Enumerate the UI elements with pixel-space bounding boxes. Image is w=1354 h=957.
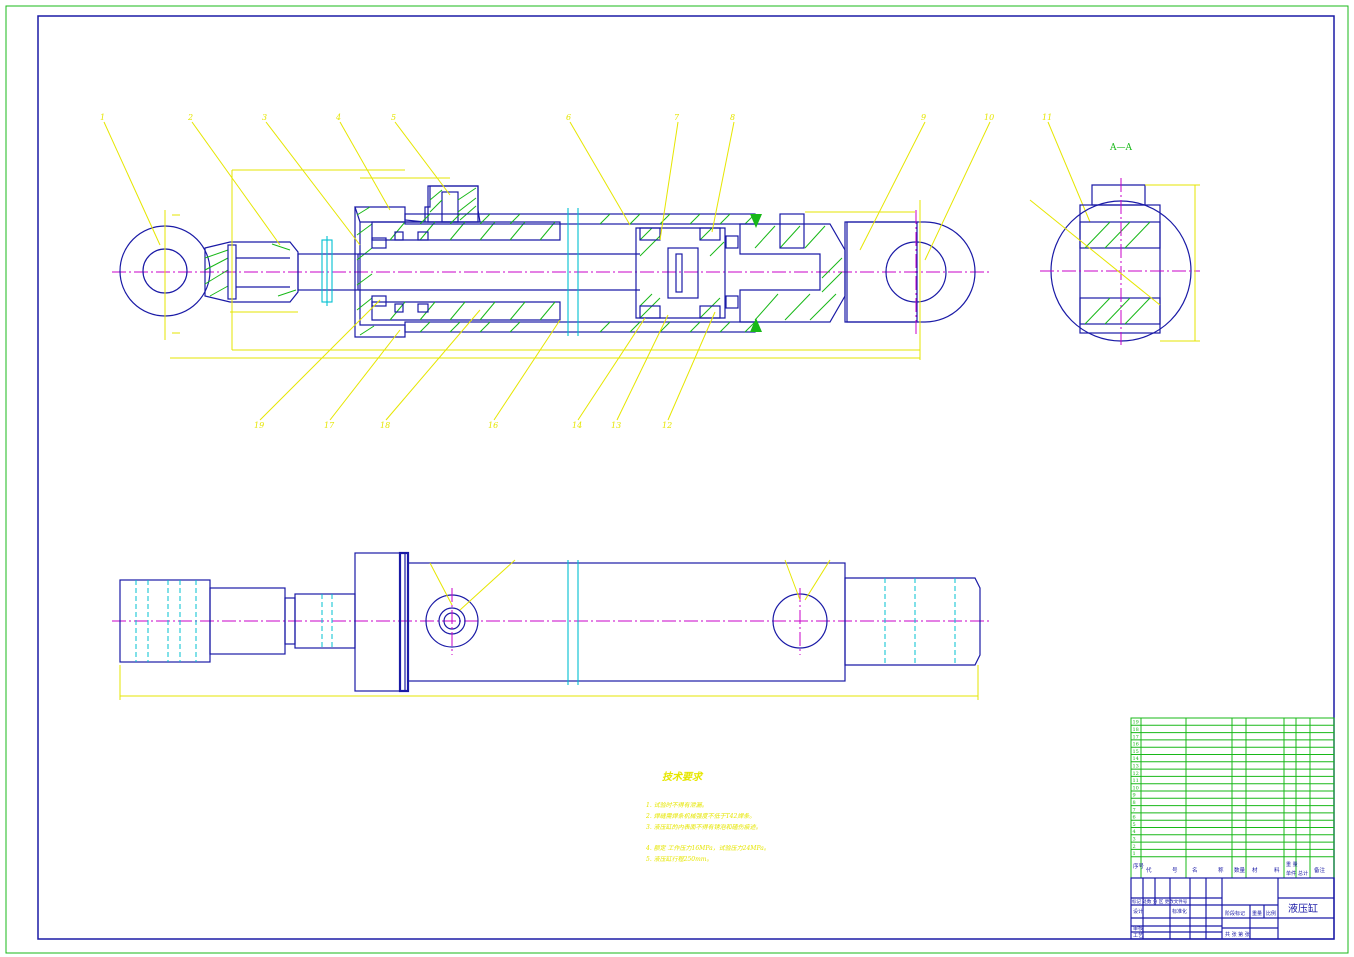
section-a-a-view: A—A <box>1029 143 1200 345</box>
header-no: 序号 <box>1133 862 1145 870</box>
balloon-11: 11 <box>1042 113 1052 122</box>
process-label: 工艺 <box>1133 933 1143 939</box>
parts-row-number: 12 <box>1133 771 1139 777</box>
header-unit: 单件 <box>1286 870 1296 877</box>
review-label: 审核 <box>1133 925 1143 932</box>
engineering-drawing: 1 2 3 4 5 6 7 8 9 10 11 19 17 18 16 14 1… <box>5 5 1349 954</box>
section-view <box>103 121 1091 421</box>
balloon-8: 8 <box>730 113 735 122</box>
designer-label: 设计 <box>1133 908 1143 915</box>
balloon-6: 6 <box>566 113 571 122</box>
parts-row-number: 16 <box>1133 742 1139 748</box>
parts-row-number: 7 <box>1133 807 1136 813</box>
balloon-5: 5 <box>391 113 396 122</box>
balloon-14: 14 <box>572 421 582 430</box>
header-code-1: 代 <box>1146 866 1152 874</box>
balloon-3: 3 <box>262 113 267 122</box>
header-material-1: 材 <box>1252 866 1258 874</box>
header-qty: 数量 <box>1234 866 1246 874</box>
balloon-1: 1 <box>100 113 105 122</box>
parts-row-number: 2 <box>1133 844 1136 850</box>
sheet-count: 共 张 第 张 <box>1225 931 1250 938</box>
tech-req-item-4: 4. 额定 工作压力16MPa，试验压力24MPa。 <box>645 844 770 852</box>
balloon-7: 7 <box>674 113 680 122</box>
standardization-label: 标准化 <box>1172 908 1187 915</box>
balloon-13: 13 <box>611 421 621 430</box>
balloon-18: 18 <box>380 421 390 430</box>
scale-label: 比例 <box>1266 910 1276 917</box>
balloon-16: 16 <box>488 421 498 430</box>
header-material-2: 料 <box>1274 866 1280 874</box>
parts-row-number: 6 <box>1133 815 1136 821</box>
header-weight: 重 量 <box>1286 861 1298 868</box>
header-name-1: 名 <box>1192 866 1198 874</box>
tech-req-item-3: 3. 液压缸的内表面不得有锈泡和磕伤痕迹。 <box>646 823 762 831</box>
elevation-view <box>112 551 990 700</box>
balloon-4: 4 <box>335 113 341 122</box>
parts-row-number: 18 <box>1133 727 1139 733</box>
balloon-9: 9 <box>921 113 926 122</box>
tech-req-item-1: 1. 试验时不得有泄漏。 <box>646 801 708 809</box>
parts-row-number: 1 <box>1133 851 1136 857</box>
section-label: A—A <box>1109 143 1132 153</box>
balloon-17: 17 <box>324 421 335 430</box>
header-name-2: 称 <box>1218 866 1224 874</box>
balloon-19: 19 <box>254 421 264 430</box>
parts-row-number: 11 <box>1133 778 1139 784</box>
balloon-12: 12 <box>662 421 672 430</box>
change-row: 标记 处数 分 区 更改文件号 <box>1132 898 1188 905</box>
parts-row-number: 15 <box>1133 749 1139 755</box>
header-remark: 备注 <box>1314 866 1326 874</box>
inner-border <box>37 15 1335 940</box>
parts-row-number: 4 <box>1133 829 1136 835</box>
tech-req-item-5: 5. 液压缸行程250mm。 <box>646 855 712 863</box>
drawing-title: 液压缸 <box>1288 902 1318 915</box>
parts-row-number: 14 <box>1133 756 1139 762</box>
weight-label: 重量 <box>1252 910 1262 917</box>
tech-req-item-2: 2. 焊缝需焊条机械强度不低于T42焊条。 <box>645 812 755 820</box>
title-block: 标记 处数 分 区 更改文件号 设计 标准化 阶段标记 重量 比例 审核 工艺 … <box>1130 877 1335 940</box>
stage-mark-label: 阶段标记 <box>1225 910 1245 917</box>
parts-row-number: 13 <box>1133 764 1139 770</box>
parts-row-number: 10 <box>1133 785 1139 791</box>
parts-list: 191817 161514 13121110 987 654 321 序号 代 号 名 称… <box>1130 717 1335 879</box>
parts-row-number: 5 <box>1133 822 1136 828</box>
header-code-2: 号 <box>1172 867 1178 874</box>
balloon-10: 10 <box>984 113 994 122</box>
parts-row-number: 3 <box>1133 837 1136 843</box>
header-total: 总计 <box>1298 870 1308 877</box>
parts-row-number: 19 <box>1133 720 1139 726</box>
parts-row-number: 8 <box>1133 800 1136 806</box>
balloon-2: 2 <box>187 113 193 122</box>
parts-row-number: 17 <box>1133 734 1139 740</box>
technical-requirements: 技术要求 1. 试验时不得有泄漏。 2. 焊缝需焊条机械强度不低于T42焊条。 … <box>645 771 770 863</box>
tech-req-title: 技术要求 <box>662 771 704 783</box>
parts-row-number: 9 <box>1133 793 1136 799</box>
outer-border <box>5 5 1349 954</box>
